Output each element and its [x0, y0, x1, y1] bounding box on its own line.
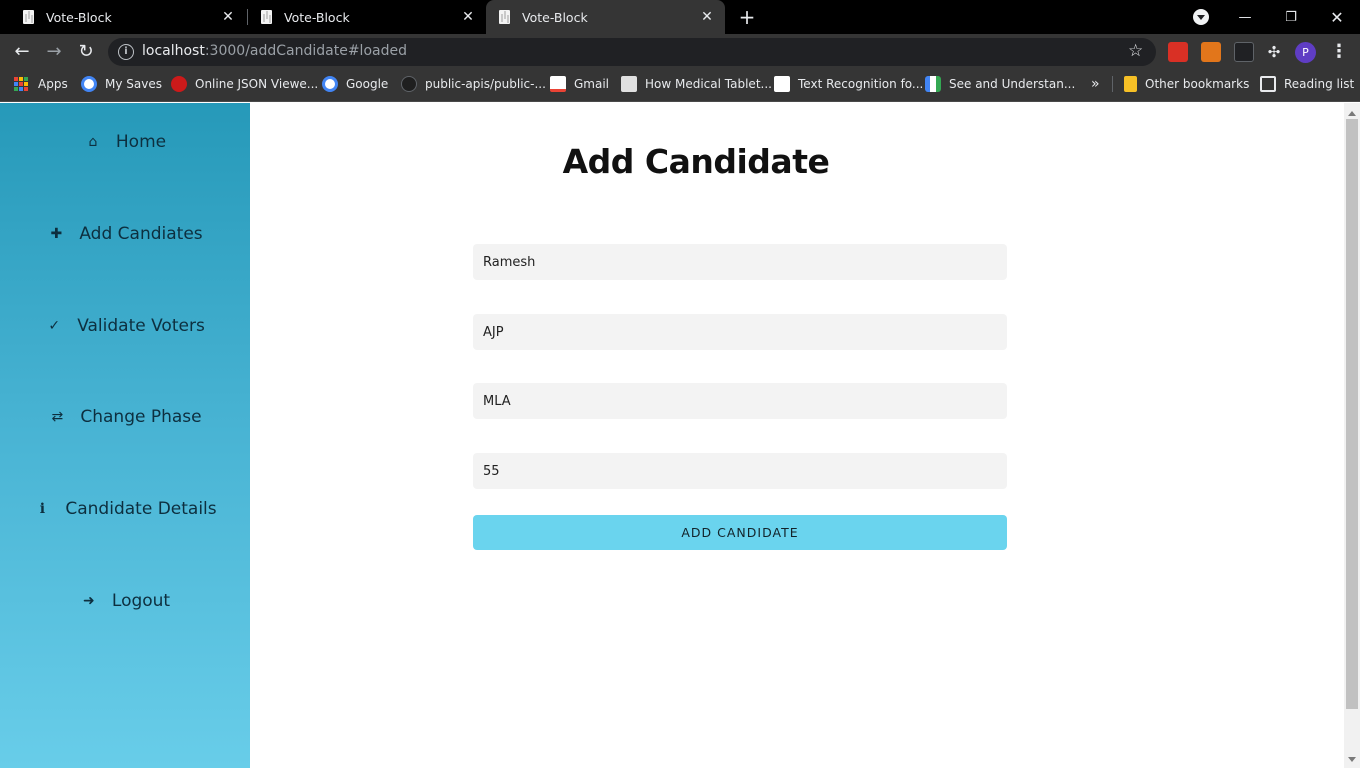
- bookmark-label: How Medical Tablet...: [645, 77, 772, 91]
- candidate-name-field[interactable]: [473, 244, 1007, 280]
- browser-tab-active[interactable]: Vote-Block ✕: [486, 0, 725, 34]
- bookmark-text-recognition[interactable]: Text Recognition fo...: [774, 74, 923, 94]
- info-icon: i: [39, 501, 46, 517]
- scroll-up-arrow-icon[interactable]: [1348, 111, 1356, 116]
- bookmark-label: Apps: [38, 77, 68, 91]
- bookmark-gmail[interactable]: Gmail: [550, 74, 609, 94]
- close-tab-icon[interactable]: ✕: [460, 9, 476, 25]
- sidebar-item-logout[interactable]: ➜ Logout: [0, 583, 250, 619]
- forward-button[interactable]: →: [40, 38, 68, 66]
- bookmark-google[interactable]: Google: [322, 74, 388, 94]
- restore-button[interactable]: ❐: [1268, 0, 1314, 34]
- bookmark-label: public-apis/public-...: [425, 77, 546, 91]
- new-tab-button[interactable]: +: [736, 6, 758, 28]
- user-plus-icon: ✚: [50, 226, 63, 242]
- site-icon: [621, 76, 637, 92]
- browser-tab-strip: Vote-Block ✕ Vote-Block ✕ Vote-Block ✕ +…: [0, 0, 1360, 34]
- close-tab-icon[interactable]: ✕: [220, 9, 236, 25]
- bookmark-see-and-understand[interactable]: See and Understan...: [925, 74, 1075, 94]
- reading-list-icon: [1260, 76, 1276, 92]
- url-host: localhost: [142, 43, 205, 59]
- google-icon: [322, 76, 338, 92]
- page-scrollbar[interactable]: [1344, 103, 1360, 768]
- github-icon: [401, 76, 417, 92]
- reload-button[interactable]: ↻: [72, 38, 100, 66]
- add-candidate-button[interactable]: ADD CANDIDATE: [473, 515, 1007, 550]
- tab-title: Vote-Block: [284, 9, 350, 25]
- bookmark-my-saves[interactable]: My Saves: [81, 74, 162, 94]
- bookmark-label: Gmail: [574, 77, 610, 91]
- bookmark-apps[interactable]: Apps: [14, 74, 68, 94]
- apps-grid-icon: [14, 77, 28, 91]
- sidebar-item-add-candidates[interactable]: ✚ Add Candiates: [0, 216, 250, 252]
- sidebar-item-validate-voters[interactable]: ✓ Validate Voters: [0, 308, 250, 344]
- google-icon: [81, 76, 97, 92]
- main-content: [250, 103, 1344, 768]
- sidebar: ⌂ Home ✚ Add Candiates ✓ Validate Voters…: [0, 103, 250, 768]
- gmail-icon: [550, 76, 566, 92]
- bookmark-json-viewer[interactable]: Online JSON Viewe...: [171, 74, 318, 94]
- sidebar-item-label: Logout: [111, 591, 171, 611]
- page-favicon-icon: [22, 9, 36, 25]
- url-path: :3000/addCandidate#loaded: [204, 43, 407, 59]
- back-button[interactable]: ←: [8, 38, 36, 66]
- url-text[interactable]: localhost:3000/addCandidate#loaded: [142, 43, 407, 59]
- bookmark-label: Other bookmarks: [1145, 77, 1250, 91]
- page-title: Add Candidate: [562, 142, 830, 181]
- scrollbar-thumb[interactable]: [1346, 119, 1358, 709]
- site-info-icon[interactable]: i: [118, 44, 134, 60]
- close-tab-icon[interactable]: ✕: [699, 9, 715, 25]
- bookmark-label: Google: [346, 77, 389, 91]
- bookmark-label: Online JSON Viewe...: [195, 77, 319, 91]
- bookmark-label: My Saves: [105, 77, 162, 91]
- extension-icon[interactable]: [1168, 42, 1188, 62]
- tab-title: Vote-Block: [522, 9, 588, 25]
- bookmarks-overflow-button[interactable]: »: [1091, 74, 1100, 94]
- metamask-extension-icon[interactable]: [1201, 42, 1221, 62]
- sidebar-item-label: Change Phase: [80, 407, 202, 427]
- browser-tab[interactable]: Vote-Block ✕: [248, 0, 486, 34]
- folder-icon: [1124, 76, 1137, 92]
- profile-avatar[interactable]: P: [1295, 42, 1316, 63]
- sidebar-item-label: Validate Voters: [77, 316, 205, 336]
- bookmark-label: Text Recognition fo...: [798, 77, 924, 91]
- other-bookmarks[interactable]: Other bookmarks: [1124, 74, 1249, 94]
- page-favicon-icon: [498, 9, 512, 25]
- close-window-button[interactable]: ✕: [1314, 0, 1360, 34]
- reading-list[interactable]: Reading list: [1260, 74, 1354, 94]
- tab-title: Vote-Block: [46, 9, 112, 25]
- json-viewer-icon: [171, 76, 187, 92]
- scroll-down-arrow-icon[interactable]: [1348, 757, 1356, 762]
- sidebar-item-change-phase[interactable]: ⇄ Change Phase: [0, 399, 250, 435]
- bookmark-star-icon[interactable]: ☆: [1128, 42, 1143, 60]
- bookmark-label: See and Understan...: [949, 77, 1076, 91]
- sidebar-item-candidate-details[interactable]: i Candidate Details: [0, 491, 250, 527]
- minimize-button[interactable]: —: [1222, 0, 1268, 34]
- bookmark-label: Reading list: [1284, 77, 1355, 91]
- google-cloud-icon: [925, 76, 941, 92]
- candidate-age-field[interactable]: [473, 453, 1007, 489]
- sidebar-item-label: Add Candiates: [79, 224, 203, 244]
- bookmark-public-apis[interactable]: public-apis/public-...: [401, 74, 546, 94]
- browser-menu-icon[interactable]: ⋮: [1330, 40, 1348, 64]
- sidebar-item-label: Candidate Details: [65, 499, 217, 519]
- exchange-icon: ⇄: [51, 409, 64, 425]
- page-favicon-icon: [260, 9, 274, 25]
- extension-icon[interactable]: [1234, 42, 1254, 62]
- medium-icon: [774, 76, 790, 92]
- bookmark-medical-tablet[interactable]: How Medical Tablet...: [621, 74, 772, 94]
- sign-out-icon: ➜: [83, 593, 95, 609]
- browser-tab[interactable]: Vote-Block ✕: [0, 0, 246, 34]
- candidate-party-field[interactable]: [473, 314, 1007, 350]
- bookmarks-separator: [1112, 76, 1113, 92]
- check-circle-icon: ✓: [48, 318, 61, 334]
- extensions-puzzle-icon[interactable]: ✣: [1264, 42, 1284, 62]
- tab-search-icon[interactable]: [1193, 9, 1209, 25]
- candidate-position-field[interactable]: [473, 383, 1007, 419]
